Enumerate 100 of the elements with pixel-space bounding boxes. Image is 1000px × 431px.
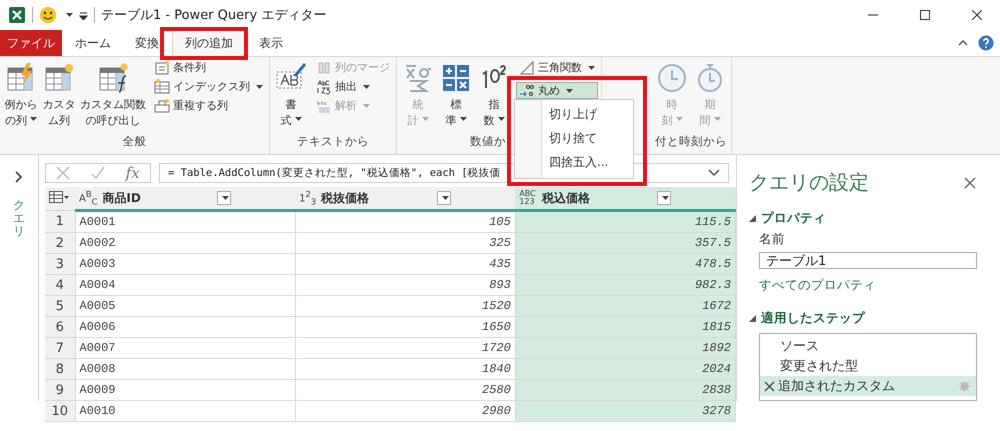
table-cell: A0001	[75, 210, 296, 232]
help-icon[interactable]	[978, 35, 994, 51]
calculator-icon	[440, 62, 472, 94]
table-cell: 1520	[295, 296, 516, 316]
all-properties-link[interactable]: すべてのプロパティ	[759, 277, 876, 292]
checkmark-icon[interactable]	[90, 166, 105, 180]
chevron-down-icon[interactable]	[708, 169, 720, 177]
queries-pane-label[interactable]: クエリ	[13, 199, 25, 239]
expand-chevron-icon[interactable]	[15, 171, 23, 183]
table-cell: A0006	[75, 316, 296, 338]
collapse-ribbon-icon[interactable]	[958, 40, 968, 46]
ribbon-tab[interactable]: 表示	[248, 30, 294, 56]
step-item[interactable]: 変更された型	[760, 356, 976, 376]
group-label: 数値か	[470, 134, 506, 148]
step-item[interactable]: ソース	[760, 336, 976, 356]
caret-icon	[662, 196, 670, 200]
ribbon-button[interactable]: 三角関数	[516, 59, 598, 76]
column-header[interactable]: A$^{B}$$_{C}$ 商品ID	[75, 187, 296, 210]
row-number: 8	[45, 358, 75, 380]
table-cell: 2024	[515, 358, 736, 380]
ribbon-button[interactable]: 丸め	[516, 82, 598, 99]
row-number: 9	[45, 380, 75, 400]
ribbon-button[interactable]: 重複する列	[151, 97, 266, 114]
type-icon[interactable]: ABC 123	[519, 190, 537, 206]
ribbon-button[interactable]: 書 式	[273, 59, 309, 134]
ribbon-button[interactable]: 標 準	[438, 59, 474, 134]
table-cell: 105	[295, 210, 516, 232]
group-label: 全般	[122, 134, 146, 148]
column-header[interactable]: 1$^{2}$$_{3}$ 税抜価格	[295, 187, 516, 210]
table-cell: A0008	[75, 358, 296, 380]
triangle-icon	[519, 60, 535, 76]
close-icon[interactable]	[972, 10, 982, 20]
table-function-icon	[97, 62, 129, 94]
table-cell: A0010	[75, 400, 296, 422]
table-cell: 982.3	[515, 274, 736, 296]
table-cell: 893	[295, 274, 516, 296]
filter-button[interactable]	[217, 191, 231, 205]
caret-icon	[222, 196, 229, 200]
collapse-triangle-icon[interactable]	[749, 215, 756, 222]
ribbon-tab[interactable]: 変換	[124, 30, 170, 56]
table-cell: 1840	[295, 358, 516, 380]
rounding-icon	[519, 82, 535, 98]
table-cell: A0007	[75, 338, 296, 358]
table-cell: 115.5	[515, 210, 736, 232]
table-cell: 1815	[515, 316, 736, 338]
smiley-icon[interactable]	[39, 6, 57, 24]
table-cell: 2838	[515, 380, 736, 400]
maximize-icon[interactable]	[920, 10, 930, 20]
table-cell: A0002	[75, 232, 296, 254]
group-label: 付と時刻から	[655, 134, 727, 148]
section-heading: プロパティ	[761, 210, 826, 227]
table-cell: 1892	[515, 338, 736, 358]
conditional-column-icon	[154, 60, 170, 76]
collapse-triangle-icon[interactable]	[749, 315, 756, 322]
name-field[interactable]: テーブル1	[759, 252, 977, 269]
customize-toolbar-icon[interactable]	[79, 10, 88, 20]
ribbon-button[interactable]: 抽出	[313, 78, 393, 95]
panel-title: クエリの設定	[749, 169, 869, 196]
table-cell: A0005	[75, 296, 296, 316]
close-icon[interactable]	[964, 176, 976, 188]
function-icon[interactable]: fx	[126, 164, 140, 182]
ribbon-button[interactable]: カスタ ム列	[41, 59, 77, 134]
window-title: テーブル1 - Power Query エディター	[101, 7, 326, 24]
step-item[interactable]: 追加されたカスタム	[760, 376, 976, 396]
group-label: テキストから	[297, 134, 369, 148]
ribbon-button[interactable]: 例から の列	[3, 59, 39, 134]
table-cell: 2580	[295, 380, 516, 400]
file-tab[interactable]: ファイル	[0, 30, 62, 56]
table-cell: 357.5	[515, 232, 736, 254]
row-number: 7	[45, 338, 75, 358]
row-number: 3	[45, 254, 75, 274]
menu-item[interactable]: 切り捨て	[515, 127, 633, 151]
filter-button[interactable]	[437, 191, 452, 205]
row-number: 10	[45, 400, 75, 422]
row-number: 5	[45, 296, 75, 316]
field-label: 名前	[759, 231, 785, 246]
table-cell: 1650	[295, 316, 516, 338]
table-cell: 325	[295, 232, 516, 254]
caret-icon	[66, 13, 73, 17]
ribbon-button[interactable]: インデックス列	[151, 78, 266, 95]
row-number: 2	[45, 232, 75, 254]
row-number: 1	[45, 210, 75, 232]
ribbon-button[interactable]: カスタム関数 の呼び出し	[79, 59, 147, 134]
row-number: 4	[45, 274, 75, 296]
ribbon-button[interactable]: 条件列	[151, 59, 266, 76]
filter-button[interactable]	[657, 191, 672, 205]
table-cell: 478.5	[515, 254, 736, 274]
delete-icon[interactable]	[764, 380, 775, 392]
index-column-icon	[154, 78, 170, 94]
ribbon-button[interactable]: 指 数	[476, 59, 512, 134]
spreadsheet-app-icon[interactable]	[8, 6, 26, 24]
ribbon-tab[interactable]: 列の追加	[172, 30, 246, 56]
table-menu-icon[interactable]	[49, 190, 69, 204]
table-cell: 1672	[515, 296, 736, 316]
table-cell: 435	[295, 254, 516, 274]
duplicate-column-icon	[154, 98, 170, 114]
menu-item[interactable]: 切り上げ	[515, 103, 633, 127]
ribbon-tab[interactable]: ホーム	[64, 30, 122, 56]
section-heading: 適用したステップ	[761, 310, 865, 327]
table-cell: 1720	[295, 338, 516, 358]
